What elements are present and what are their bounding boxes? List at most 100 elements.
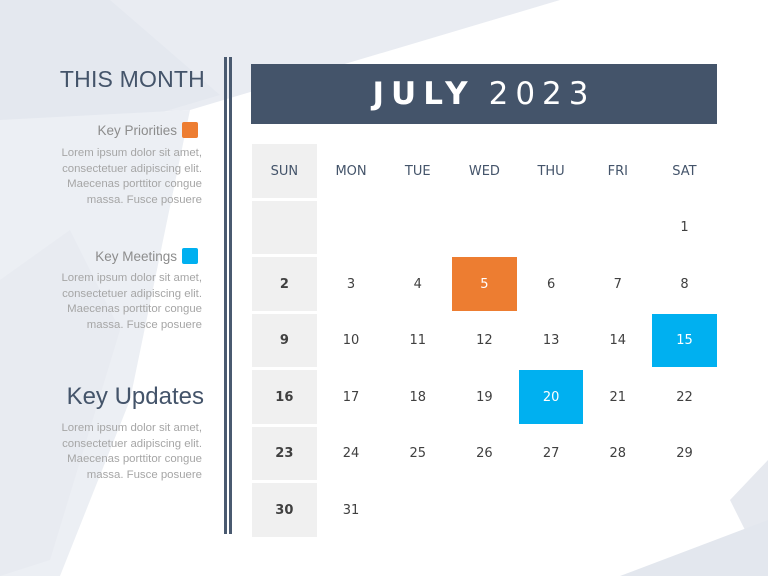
day-cell[interactable]: 31 bbox=[318, 482, 385, 539]
weekday-fri: FRI bbox=[584, 143, 651, 200]
weekday-label: MON bbox=[335, 163, 367, 179]
this-month-title: THIS MONTH bbox=[59, 66, 205, 92]
key-updates-title: Key Updates bbox=[66, 383, 204, 410]
updates-text: Lorem ipsum dolor sit amet, consectetuer… bbox=[2, 421, 202, 483]
day-cell[interactable]: 7 bbox=[584, 256, 651, 313]
day-cell[interactable]: 19 bbox=[451, 369, 518, 426]
day-cell[interactable]: 21 bbox=[584, 369, 651, 426]
cell-bg bbox=[585, 483, 650, 537]
weekday-mon: MON bbox=[318, 143, 385, 200]
week-row: 30 31 bbox=[251, 482, 718, 539]
legend-key-meetings: Key Meetings bbox=[95, 248, 198, 264]
day-number: 23 bbox=[275, 446, 294, 462]
weekday-label: WED bbox=[468, 163, 500, 179]
day-cell[interactable]: 5 bbox=[451, 256, 518, 313]
day-cell[interactable]: 13 bbox=[518, 313, 585, 370]
day-number: 7 bbox=[613, 276, 622, 292]
weekday-sun: SUN bbox=[251, 143, 318, 200]
weekday-label: THU bbox=[537, 163, 565, 179]
day-number: 25 bbox=[409, 446, 426, 462]
weekday-label: SAT bbox=[672, 163, 697, 179]
day-cell[interactable]: 29 bbox=[651, 426, 718, 483]
empty-day-cell bbox=[318, 200, 385, 257]
day-cell[interactable]: 15 bbox=[651, 313, 718, 370]
day-number: 20 bbox=[542, 389, 560, 405]
text-line: massa. Fusce posuere bbox=[86, 318, 202, 331]
empty-day-cell bbox=[384, 482, 451, 539]
text-line: massa. Fusce posuere bbox=[86, 193, 202, 206]
day-cell[interactable]: 10 bbox=[318, 313, 385, 370]
day-number: 22 bbox=[676, 389, 693, 405]
text-line: Lorem ipsum dolor sit amet, bbox=[61, 422, 202, 434]
cell-bg bbox=[452, 483, 517, 537]
cell-bg bbox=[452, 201, 517, 255]
weekday-label: FRI bbox=[607, 163, 628, 179]
day-number: 29 bbox=[676, 446, 693, 462]
day-number: 24 bbox=[342, 446, 360, 462]
day-cell[interactable]: 23 bbox=[251, 426, 318, 483]
day-number: 15 bbox=[676, 333, 693, 349]
day-cell[interactable]: 27 bbox=[518, 426, 585, 483]
day-cell[interactable]: 4 bbox=[384, 256, 451, 313]
day-number: 2 bbox=[279, 276, 289, 292]
day-cell[interactable]: 16 bbox=[251, 369, 318, 426]
day-number: 9 bbox=[279, 333, 289, 349]
day-cell[interactable]: 17 bbox=[318, 369, 385, 426]
calendar-grid: SUN MON TUE WED THU FRI SAT 1 2 3 4 5 6 7 8 9 10 1… bbox=[251, 143, 718, 539]
day-cell[interactable]: 25 bbox=[384, 426, 451, 483]
year: 2023 bbox=[488, 76, 596, 112]
calendar-weeks: 1 2 3 4 5 6 7 8 9 10 11 12 13 14 15 16 17 18 19 20 21 22 23 24 2… bbox=[251, 200, 718, 539]
legend-key-priorities: Key Priorities bbox=[97, 122, 198, 138]
day-cell[interactable]: 9 bbox=[251, 313, 318, 370]
day-number: 31 bbox=[342, 502, 360, 518]
day-cell[interactable]: 2 bbox=[251, 256, 318, 313]
week-row: 2 3 4 5 6 7 8 bbox=[251, 256, 718, 313]
day-cell[interactable]: 1 bbox=[651, 200, 718, 257]
day-number: 11 bbox=[409, 333, 426, 349]
divider-line-right bbox=[229, 57, 232, 534]
day-cell[interactable]: 3 bbox=[318, 256, 385, 313]
day-cell[interactable]: 11 bbox=[384, 313, 451, 370]
text-line: Lorem ipsum dolor sit amet, bbox=[61, 272, 202, 284]
day-number: 17 bbox=[342, 389, 360, 405]
text-line: consectetuer adipiscing elit. bbox=[62, 287, 202, 300]
week-row: 23 24 25 26 27 28 29 bbox=[251, 426, 718, 483]
day-cell[interactable]: 26 bbox=[451, 426, 518, 483]
cell-bg bbox=[652, 483, 717, 537]
day-cell[interactable]: 28 bbox=[584, 426, 651, 483]
month-name: JULY bbox=[372, 76, 475, 112]
day-cell[interactable]: 12 bbox=[451, 313, 518, 370]
empty-day-cell bbox=[584, 482, 651, 539]
text-line: Maecenas porttitor congue bbox=[67, 453, 202, 465]
day-cell[interactable]: 30 bbox=[251, 482, 318, 539]
day-number: 6 bbox=[546, 276, 556, 292]
text-line: Maecenas porttitor congue bbox=[67, 303, 202, 315]
day-cell[interactable]: 24 bbox=[318, 426, 385, 483]
divider-line-left bbox=[224, 57, 227, 534]
weekday-thu: THU bbox=[518, 143, 585, 200]
month-header: JULY 2023 bbox=[251, 64, 717, 124]
empty-day-cell bbox=[451, 482, 518, 539]
meetings-text: Lorem ipsum dolor sit amet, consectetuer… bbox=[2, 271, 202, 333]
week-row: 9 10 11 12 13 14 15 bbox=[251, 313, 718, 370]
week-row: 1 bbox=[251, 200, 718, 257]
legend-label-priorities: Key Priorities bbox=[97, 122, 177, 138]
day-number: 3 bbox=[346, 276, 356, 292]
day-cell[interactable]: 14 bbox=[584, 313, 651, 370]
day-number: 5 bbox=[480, 276, 489, 292]
cell-bg bbox=[519, 201, 584, 255]
day-cell[interactable]: 18 bbox=[384, 369, 451, 426]
priority-swatch bbox=[182, 122, 198, 138]
day-cell[interactable]: 20 bbox=[518, 369, 585, 426]
empty-day-cell bbox=[651, 482, 718, 539]
left-panel: THIS MONTH Key Priorities Lorem ipsum do… bbox=[0, 0, 205, 576]
text-line: consectetuer adipiscing elit. bbox=[62, 437, 202, 450]
day-cell[interactable]: 6 bbox=[518, 256, 585, 313]
day-number: 1 bbox=[680, 220, 689, 236]
day-cell[interactable]: 8 bbox=[651, 256, 718, 313]
text-line: consectetuer adipiscing elit. bbox=[62, 162, 202, 175]
text-line: massa. Fusce posuere bbox=[86, 468, 202, 481]
day-number: 26 bbox=[476, 446, 493, 462]
empty-day-cell bbox=[584, 200, 651, 257]
day-cell[interactable]: 22 bbox=[651, 369, 718, 426]
